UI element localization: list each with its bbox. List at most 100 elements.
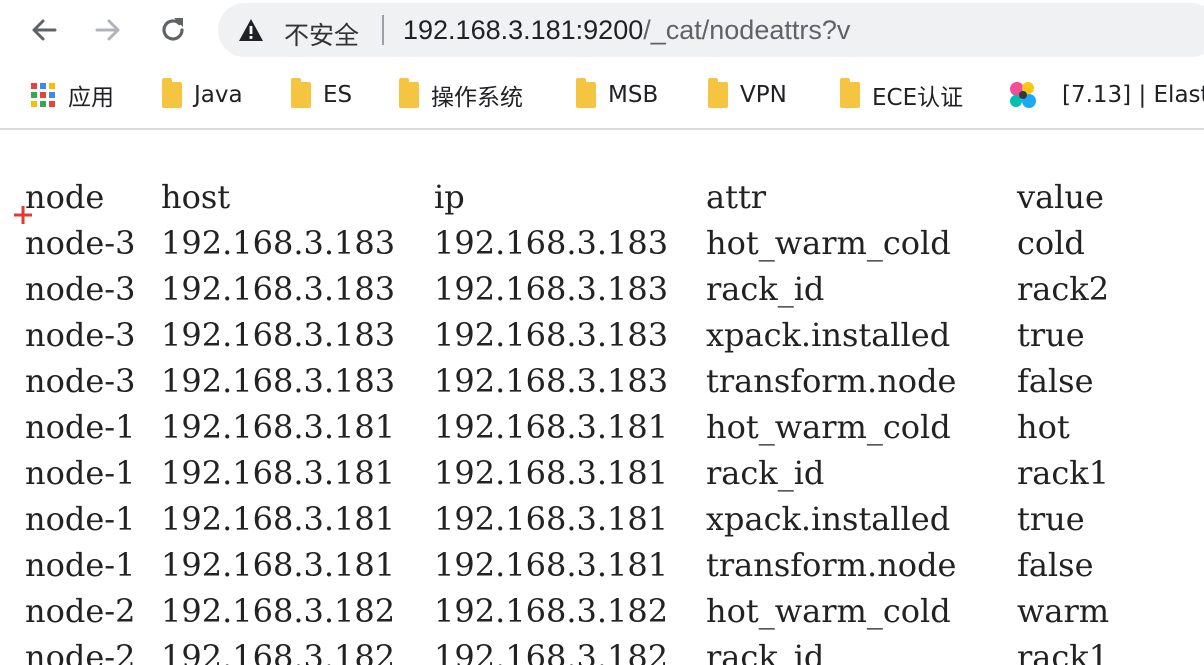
bookmark-ece[interactable]: ECE认证 — [840, 78, 964, 111]
cell-node: node-3 — [25, 362, 136, 400]
cell-ip: 192.168.3.181 — [434, 454, 669, 492]
cell-host: 192.168.3.183 — [161, 224, 396, 262]
page-content: node host ip attr value node-3 192.168.3.183 19… — [0, 130, 1204, 665]
back-arrow-icon — [32, 19, 57, 41]
address-bar[interactable]: 不安全 192.168.3.181:9200/_cat/nodeattrs?v — [218, 3, 1204, 57]
table-row: node-3 192.168.3.183 192.168.3.183 rack_id r… — [25, 266, 1109, 312]
bookmark-label: Java — [194, 82, 243, 108]
cell-attr: xpack.installed — [706, 316, 951, 354]
header-host: host — [161, 178, 231, 216]
cell-node: node-3 — [25, 224, 136, 262]
table-row: node-1 192.168.3.181 192.168.3.181 transfor… — [25, 542, 1109, 588]
forward-button[interactable] — [90, 12, 126, 48]
back-button[interactable] — [26, 12, 62, 48]
bookmarks-bar: 应用 Java ES 操作系统 MSB VPN ECE认证 [7.13] | E… — [0, 62, 1204, 128]
bookmark-label: [7.13] | Elasti — [1062, 82, 1204, 108]
cell-attr: hot_warm_cold — [706, 408, 951, 446]
bookmark-vpn[interactable]: VPN — [708, 78, 787, 111]
bookmark-label: ECE认证 — [872, 85, 964, 111]
bookmark-msb[interactable]: MSB — [576, 78, 659, 111]
table-row: node-1 192.168.3.181 192.168.3.181 hot_warm… — [25, 404, 1109, 450]
cell-value: rack1 — [1017, 638, 1110, 665]
reload-icon — [162, 18, 184, 41]
cell-node: node-2 — [25, 638, 136, 665]
cell-host: 192.168.3.183 — [161, 362, 396, 400]
warning-icon[interactable] — [238, 18, 264, 42]
omnibox-separator — [382, 15, 384, 45]
cell-host: 192.168.3.181 — [161, 408, 396, 446]
cell-node: node-3 — [25, 316, 136, 354]
bookmark-label: VPN — [740, 82, 787, 108]
bookmark-label: ES — [323, 82, 353, 108]
bookmark-java[interactable]: Java — [162, 78, 243, 111]
cell-node: node-3 — [25, 270, 136, 308]
cell-ip: 192.168.3.181 — [434, 546, 669, 584]
folder-icon — [708, 78, 728, 108]
cell-ip: 192.168.3.183 — [434, 224, 669, 262]
cell-value: rack1 — [1017, 454, 1110, 492]
cell-value: false — [1017, 362, 1094, 400]
table-row: node-1 192.168.3.181 192.168.3.181 rack_id r… — [25, 450, 1109, 496]
table-row: node-3 192.168.3.183 192.168.3.183 hot_warm… — [25, 220, 1109, 266]
folder-icon — [576, 78, 596, 108]
cell-node: node-1 — [25, 454, 136, 492]
bookmark-es[interactable]: ES — [291, 78, 353, 111]
elastic-logo-icon — [1010, 82, 1036, 108]
cell-value: hot — [1017, 408, 1070, 446]
table-row: node-2 192.168.3.182 192.168.3.182 hot_warm… — [25, 588, 1109, 634]
folder-icon — [399, 78, 419, 108]
cell-value: true — [1017, 500, 1085, 538]
cell-value: cold — [1017, 224, 1085, 262]
cell-host: 192.168.3.183 — [161, 316, 396, 354]
folder-icon — [840, 78, 860, 108]
table-row: node-3 192.168.3.183 192.168.3.183 transfor… — [25, 358, 1109, 404]
header-node: node — [25, 178, 105, 216]
cell-ip: 192.168.3.183 — [434, 270, 669, 308]
browser-toolbar: 不安全 192.168.3.181:9200/_cat/nodeattrs?v — [0, 0, 1204, 62]
table-row: node-3 192.168.3.183 192.168.3.183 xpack.in… — [25, 312, 1109, 358]
forward-arrow-icon — [95, 19, 120, 41]
url-text[interactable]: 192.168.3.181:9200/_cat/nodeattrs?v — [403, 15, 850, 46]
cell-ip: 192.168.3.182 — [434, 592, 669, 630]
header-attr: attr — [706, 178, 767, 216]
reload-button[interactable] — [155, 12, 191, 48]
header-value: value — [1017, 178, 1104, 216]
cell-attr: transform.node — [706, 546, 957, 584]
table-row: node-1 192.168.3.181 192.168.3.181 xpack.in… — [25, 496, 1109, 542]
folder-icon — [162, 78, 182, 108]
nodeattrs-output: node host ip attr value node-3 192.168.3.183 19… — [25, 174, 1109, 665]
cell-attr: rack_id — [706, 454, 825, 492]
cell-host: 192.168.3.182 — [161, 592, 396, 630]
cell-ip: 192.168.3.181 — [434, 408, 669, 446]
cell-attr: transform.node — [706, 362, 957, 400]
header-ip: ip — [434, 178, 465, 216]
cell-value: warm — [1017, 592, 1110, 630]
cell-host: 192.168.3.181 — [161, 454, 396, 492]
bookmark-elastic[interactable]: [7.13] | Elasti — [1008, 79, 1204, 111]
table-row: node-2 192.168.3.182 192.168.3.182 rack_id r… — [25, 634, 1109, 665]
cell-node: node-1 — [25, 546, 136, 584]
cell-value: true — [1017, 316, 1085, 354]
url-host: 192.168.3.181:9200 — [403, 15, 644, 45]
bookmark-label: 应用 — [68, 85, 114, 111]
bookmark-apps[interactable]: 应用 — [30, 79, 114, 111]
cell-node: node-1 — [25, 408, 136, 446]
url-path: /_cat/nodeattrs?v — [643, 15, 851, 45]
cell-attr: rack_id — [706, 270, 825, 308]
cell-host: 192.168.3.181 — [161, 500, 396, 538]
security-label[interactable]: 不安全 — [284, 16, 359, 52]
cell-attr: hot_warm_cold — [706, 224, 951, 262]
cell-host: 192.168.3.182 — [161, 638, 396, 665]
cell-node: node-2 — [25, 592, 136, 630]
cell-attr: rack_id — [706, 638, 825, 665]
cell-node: node-1 — [25, 500, 136, 538]
cell-ip: 192.168.3.181 — [434, 500, 669, 538]
folder-icon — [291, 78, 311, 108]
apps-grid-icon — [31, 83, 55, 107]
bookmark-os[interactable]: 操作系统 — [399, 78, 523, 111]
cell-value: false — [1017, 546, 1094, 584]
cell-attr: hot_warm_cold — [706, 592, 951, 630]
bookmark-label: MSB — [608, 82, 659, 108]
cell-ip: 192.168.3.183 — [434, 362, 669, 400]
bookmark-label: 操作系统 — [431, 85, 523, 111]
